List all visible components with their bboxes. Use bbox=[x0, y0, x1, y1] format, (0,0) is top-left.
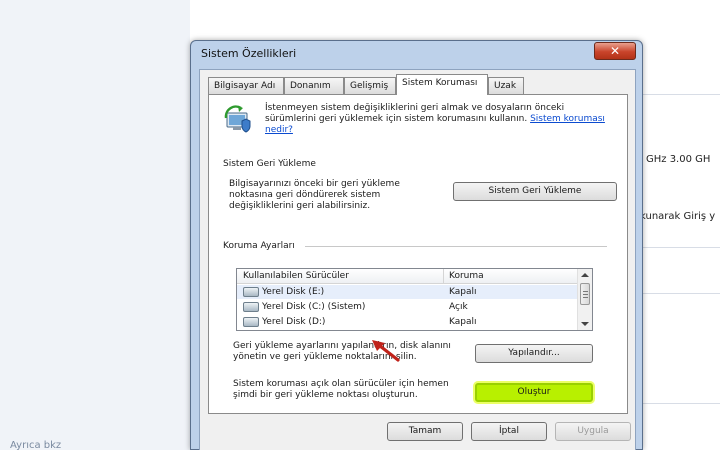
configure-button[interactable]: Yapılandır... bbox=[475, 344, 593, 363]
divider bbox=[640, 403, 720, 404]
system-protection-panel: İstenmeyen sistem değişikliklerini geri … bbox=[208, 94, 628, 414]
divider bbox=[640, 293, 720, 294]
intro-text: İstenmeyen sistem değişikliklerini geri … bbox=[265, 103, 610, 136]
apply-button[interactable]: Uygula bbox=[555, 422, 631, 441]
drive-protection: Kapalı bbox=[449, 317, 477, 327]
dialog-title: Sistem Özellikleri bbox=[201, 47, 297, 60]
tab-advanced[interactable]: Gelişmiş bbox=[344, 77, 396, 94]
drive-name: Yerel Disk (C:) (Sistem) bbox=[262, 302, 366, 312]
grip-line bbox=[583, 297, 588, 298]
configure-description: Geri yükleme ayarlarını yapılandırın, di… bbox=[233, 341, 451, 362]
list-item[interactable]: Yerel Disk (C:) (Sistem) Açık bbox=[237, 300, 579, 314]
list-item[interactable]: Yerel Disk (E:) Kapalı bbox=[237, 285, 579, 299]
background-sidebar bbox=[0, 0, 190, 450]
system-restore-icon bbox=[224, 105, 251, 133]
col-available-drives[interactable]: Kullanılabilen Sürücüler bbox=[243, 271, 349, 281]
cancel-button[interactable]: İptal bbox=[471, 422, 547, 441]
list-item[interactable]: Yerel Disk (D:) Kapalı bbox=[237, 315, 579, 329]
divider bbox=[640, 247, 720, 248]
section-divider bbox=[305, 246, 607, 247]
restore-description: Bilgisayarınızı önceki bir geri yükleme … bbox=[229, 179, 400, 211]
cpu-speed-text: GHz 3.00 GH bbox=[646, 154, 711, 165]
close-icon: ✕ bbox=[609, 44, 621, 58]
intro-description: İstenmeyen sistem değişikliklerini geri … bbox=[265, 103, 565, 124]
scroll-down-icon[interactable] bbox=[581, 322, 589, 326]
system-properties-dialog: Sistem Özellikleri ✕ Bilgisayar Adı Dona… bbox=[190, 40, 643, 450]
dialog-client: Bilgisayar Adı Donanım Gelişmiş Sistem K… bbox=[199, 69, 636, 450]
create-description: Sistem koruması açık olan sürücüler için… bbox=[233, 379, 449, 400]
column-separator bbox=[443, 269, 444, 284]
close-button[interactable]: ✕ bbox=[594, 42, 636, 60]
drive-icon bbox=[243, 317, 259, 327]
list-header: Kullanılabilen Sürücüler Koruma bbox=[237, 269, 579, 284]
tab-remote[interactable]: Uzak bbox=[488, 77, 524, 94]
partial-text: kunarak Giriş y bbox=[640, 211, 716, 222]
tab-hardware[interactable]: Donanım bbox=[284, 77, 344, 94]
tab-system-protection[interactable]: Sistem Koruması bbox=[396, 74, 488, 95]
drive-icon bbox=[243, 287, 259, 297]
divider bbox=[640, 94, 720, 95]
drive-protection: Kapalı bbox=[449, 287, 477, 297]
restore-heading: Sistem Geri Yükleme bbox=[223, 159, 316, 169]
drive-name: Yerel Disk (D:) bbox=[262, 317, 326, 327]
grip-line bbox=[583, 294, 588, 295]
scroll-thumb[interactable] bbox=[580, 283, 590, 305]
see-also-label: Ayrıca bkz bbox=[10, 440, 62, 450]
grip-line bbox=[583, 291, 588, 292]
list-scrollbar[interactable] bbox=[577, 269, 592, 330]
scroll-up-icon[interactable] bbox=[581, 273, 589, 277]
drives-list: Kullanılabilen Sürücüler Koruma Yerel Di… bbox=[236, 268, 593, 331]
col-protection[interactable]: Koruma bbox=[449, 271, 484, 281]
drive-name: Yerel Disk (E:) bbox=[262, 287, 325, 297]
create-button[interactable]: Oluştur bbox=[475, 383, 593, 402]
system-drive-icon bbox=[243, 302, 259, 312]
system-restore-button[interactable]: Sistem Geri Yükleme bbox=[453, 182, 617, 201]
red-arrow-icon bbox=[372, 340, 400, 362]
protection-heading: Koruma Ayarları bbox=[223, 241, 295, 251]
drive-protection: Açık bbox=[449, 302, 468, 312]
tab-computer-name[interactable]: Bilgisayar Adı bbox=[208, 77, 284, 94]
ok-button[interactable]: Tamam bbox=[387, 422, 463, 441]
